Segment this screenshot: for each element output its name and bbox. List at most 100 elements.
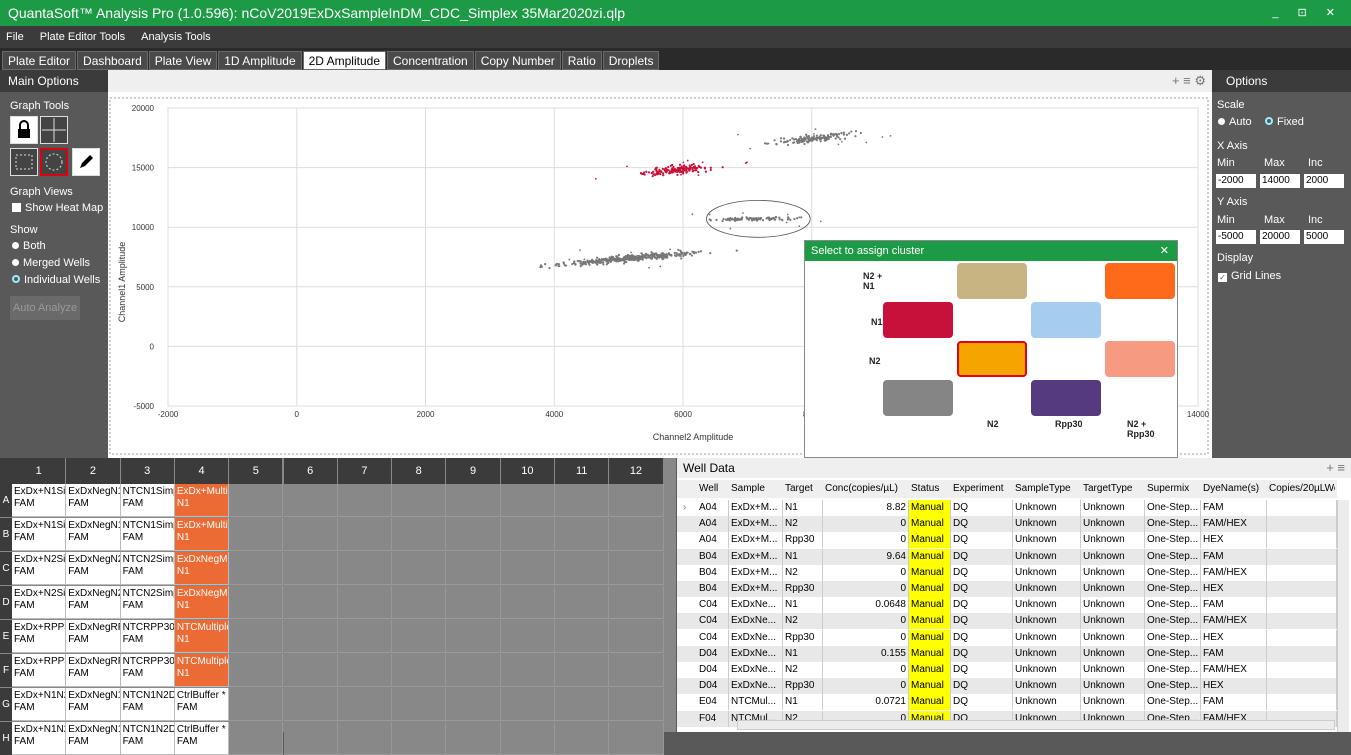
well-data-column-header[interactable]: Copies/20µLWel — [1269, 480, 1335, 498]
plate-col-header[interactable]: 5 — [229, 458, 283, 484]
plate-well[interactable]: NTCN1Simp FAM — [120, 518, 175, 551]
plate-well[interactable] — [229, 518, 284, 551]
well-data-column-header[interactable]: SampleType — [1015, 480, 1079, 498]
vertical-scrollbar[interactable] — [1337, 500, 1349, 732]
crosshair-icon[interactable] — [40, 116, 68, 144]
plate-well[interactable] — [446, 722, 501, 755]
plate-well[interactable] — [446, 552, 501, 585]
plate-row-header[interactable]: G — [0, 688, 12, 721]
plate-well[interactable] — [283, 688, 338, 721]
plate-well[interactable] — [337, 688, 393, 721]
x-inc-input[interactable]: 2000 — [1304, 174, 1344, 188]
plate-well[interactable] — [555, 484, 610, 517]
table-row[interactable]: B04 ExDx+M... N2 0 Manual DQ Unknown Unknown One… — [677, 564, 1337, 581]
plate-well[interactable]: NTCN2Simp FAM — [120, 586, 175, 619]
plate-well[interactable] — [283, 620, 338, 653]
radio-both[interactable]: Both — [12, 240, 46, 252]
plate-well[interactable]: NTCN1Simp FAM — [120, 484, 175, 517]
plate-row-header[interactable]: A — [0, 484, 12, 517]
well-data-column-header[interactable]: Sample — [731, 480, 781, 498]
grid-lines-checkbox[interactable]: ✓ Grid Lines — [1218, 270, 1281, 282]
plate-well[interactable] — [555, 518, 610, 551]
plate-well[interactable] — [555, 586, 610, 619]
plate-well[interactable] — [283, 484, 338, 517]
plate-well[interactable] — [229, 722, 284, 755]
plate-well[interactable] — [500, 552, 555, 585]
radio-selected-icon[interactable] — [1265, 117, 1273, 125]
plate-well[interactable]: ExDx+N1N2 FAM — [12, 688, 67, 721]
plate-col-header[interactable]: 4 — [174, 458, 229, 484]
plate-well[interactable] — [500, 620, 555, 653]
table-row[interactable]: C04 ExDxNe... N1 0.0648 Manual DQ Unknown Unkno… — [677, 597, 1337, 614]
cluster-purple-swatch[interactable] — [1031, 380, 1101, 416]
plate-well[interactable]: NTCMultiplo N1 — [174, 654, 230, 687]
well-data-column-header[interactable]: TargetType — [1083, 480, 1143, 498]
x-max-input[interactable]: 14000 — [1260, 174, 1300, 188]
well-data-column-header[interactable]: Conc(copies/µL) — [825, 480, 907, 498]
plate-well[interactable]: ExDx+Multi N1 — [174, 484, 230, 517]
table-row[interactable]: D04 ExDxNe... Rpp30 0 Manual DQ Unknown Unknown… — [677, 678, 1337, 695]
plate-well[interactable] — [392, 654, 447, 687]
plate-well[interactable] — [337, 722, 393, 755]
menu-plate-editor-tools[interactable]: Plate Editor Tools — [40, 31, 125, 43]
plate-well[interactable] — [283, 722, 338, 755]
rectangle-select-icon[interactable] — [10, 148, 38, 176]
table-row[interactable]: C04 ExDxNe... Rpp30 0 Manual DQ Unknown Unknown… — [677, 629, 1337, 646]
well-data-toolbar[interactable]: + ≡ — [1326, 458, 1345, 478]
plate-well[interactable] — [337, 586, 393, 619]
well-data-column-header[interactable]: Target — [785, 480, 821, 498]
plate-well[interactable] — [609, 620, 664, 653]
menu-file[interactable]: File — [6, 31, 24, 43]
plate-well[interactable]: ExDx+N1Sir FAM — [12, 518, 67, 551]
x-min-input[interactable]: -2000 — [1216, 174, 1256, 188]
plate-well[interactable] — [392, 688, 447, 721]
plate-well[interactable] — [392, 552, 447, 585]
tab-droplets[interactable]: Droplets — [602, 51, 660, 70]
graph-toolbar[interactable]: + ≡ ⚙ — [108, 70, 1212, 92]
plate-row-header[interactable]: C — [0, 552, 12, 585]
plate-row-header[interactable]: F — [0, 654, 12, 687]
plate-well[interactable]: ExDxNegMu N1 — [174, 586, 230, 619]
checkbox-icon[interactable] — [12, 203, 21, 212]
tab-concentration[interactable]: Concentration — [387, 51, 474, 70]
tab-plate-view[interactable]: Plate View — [148, 51, 218, 70]
cluster-gray-swatch[interactable] — [883, 380, 953, 416]
tab-1d-amplitude[interactable]: 1D Amplitude — [218, 51, 302, 70]
plate-well[interactable] — [392, 586, 447, 619]
plate-well[interactable] — [337, 654, 393, 687]
plate-col-header[interactable]: 6 — [283, 458, 337, 484]
plate-col-header[interactable]: 10 — [500, 458, 554, 484]
plate-col-header[interactable]: 7 — [337, 458, 392, 484]
show-heat-map-checkbox[interactable]: Show Heat Map — [12, 202, 103, 214]
radio-icon[interactable] — [12, 242, 19, 249]
plate-well[interactable] — [555, 722, 610, 755]
well-data-column-header[interactable]: DyeName(s) — [1203, 480, 1265, 498]
plate-well[interactable]: ExDx+Multi N1 — [174, 518, 230, 551]
radio-selected-icon[interactable] — [12, 275, 20, 283]
plate-well[interactable]: ExDx+RPP3(FAM — [12, 654, 67, 687]
plate-well[interactable] — [283, 552, 338, 585]
well-data-column-header[interactable]: Status — [911, 480, 949, 498]
cluster-tan-swatch[interactable] — [957, 263, 1027, 299]
plate-well[interactable]: CtrlBuffer * FAM — [174, 722, 230, 755]
plate-well[interactable] — [609, 586, 664, 619]
plate-well[interactable]: ExDx+N2Sir FAM — [12, 586, 67, 619]
plate-col-header[interactable]: 1 — [12, 458, 66, 484]
plate-row-header[interactable]: E — [0, 620, 12, 653]
plate-well[interactable] — [392, 722, 447, 755]
horizontal-scrollbar[interactable] — [737, 720, 1335, 730]
plate-well[interactable]: NTCRPP30SFAM — [120, 654, 175, 687]
plate-well[interactable]: CtrlBuffer * FAM — [174, 688, 230, 721]
ellipse-select-icon[interactable] — [40, 148, 68, 176]
plate-well[interactable] — [392, 620, 447, 653]
well-data-column-header[interactable]: Experiment — [953, 480, 1011, 498]
tab-plate-editor[interactable]: Plate Editor — [2, 51, 77, 70]
plate-row-header[interactable]: D — [0, 586, 12, 619]
plate-well[interactable] — [446, 654, 501, 687]
plate-well[interactable] — [446, 518, 501, 551]
plate-col-header[interactable]: 9 — [446, 458, 500, 484]
plate-well[interactable] — [500, 722, 555, 755]
plate-well[interactable]: ExDx+N1Sir FAM — [12, 484, 67, 517]
plate-well[interactable]: NTCN1N2D FAM — [120, 722, 175, 755]
well-data-column-header[interactable]: Well — [699, 480, 727, 498]
